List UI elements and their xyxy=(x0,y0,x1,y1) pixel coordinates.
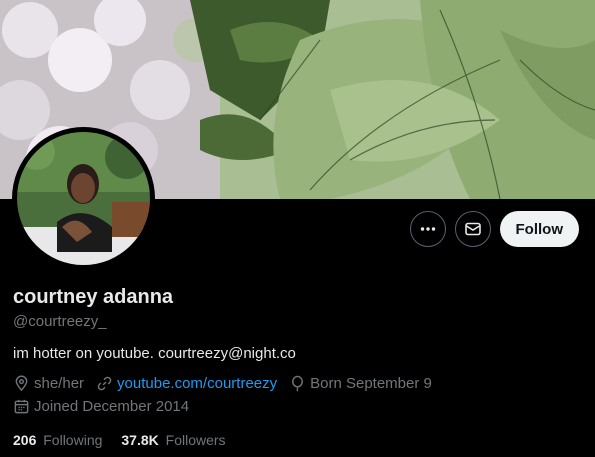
birthday-text: Born September 9 xyxy=(310,375,432,392)
following-count: 206 xyxy=(13,432,37,448)
message-button[interactable] xyxy=(454,211,491,247)
pronouns-text: she/her xyxy=(34,375,85,392)
more-button[interactable] xyxy=(409,211,446,247)
display-name: courtney adanna xyxy=(13,286,174,308)
joined-row: Joined December 2014 xyxy=(13,398,201,415)
following-label: Following xyxy=(43,432,103,448)
website-link[interactable]: youtube.com/courtreezy xyxy=(117,375,277,392)
pronouns-item: she/her xyxy=(13,375,84,392)
follow-counts: 206 Following 37.8K Followers xyxy=(13,432,245,448)
followers-link[interactable]: 37.8K Followers xyxy=(121,432,225,448)
follow-button[interactable]: Follow xyxy=(499,211,579,247)
user-handle: @courtreezy_ xyxy=(13,313,107,330)
followers-label: Followers xyxy=(165,432,226,448)
profile-actions: Follow xyxy=(409,211,579,247)
mail-icon xyxy=(464,222,481,236)
balloon-icon xyxy=(292,375,304,392)
calendar-icon xyxy=(14,399,29,414)
avatar-photo xyxy=(17,132,150,265)
joined-item: Joined December 2014 xyxy=(13,398,189,415)
more-icon xyxy=(420,227,435,231)
joined-text: Joined December 2014 xyxy=(34,398,190,415)
birthday-item: Born September 9 xyxy=(289,375,432,392)
profile-avatar[interactable] xyxy=(12,127,155,270)
location-icon xyxy=(15,375,28,392)
profile-meta-row: she/her youtube.com/courtreezy Born Sept… xyxy=(13,375,444,392)
following-link[interactable]: 206 Following xyxy=(13,432,102,448)
link-icon xyxy=(97,376,112,391)
profile-bio: im hotter on youtube. courtreezy@night.c… xyxy=(13,345,296,362)
website-item[interactable]: youtube.com/courtreezy xyxy=(96,375,277,392)
followers-count: 37.8K xyxy=(121,432,159,448)
